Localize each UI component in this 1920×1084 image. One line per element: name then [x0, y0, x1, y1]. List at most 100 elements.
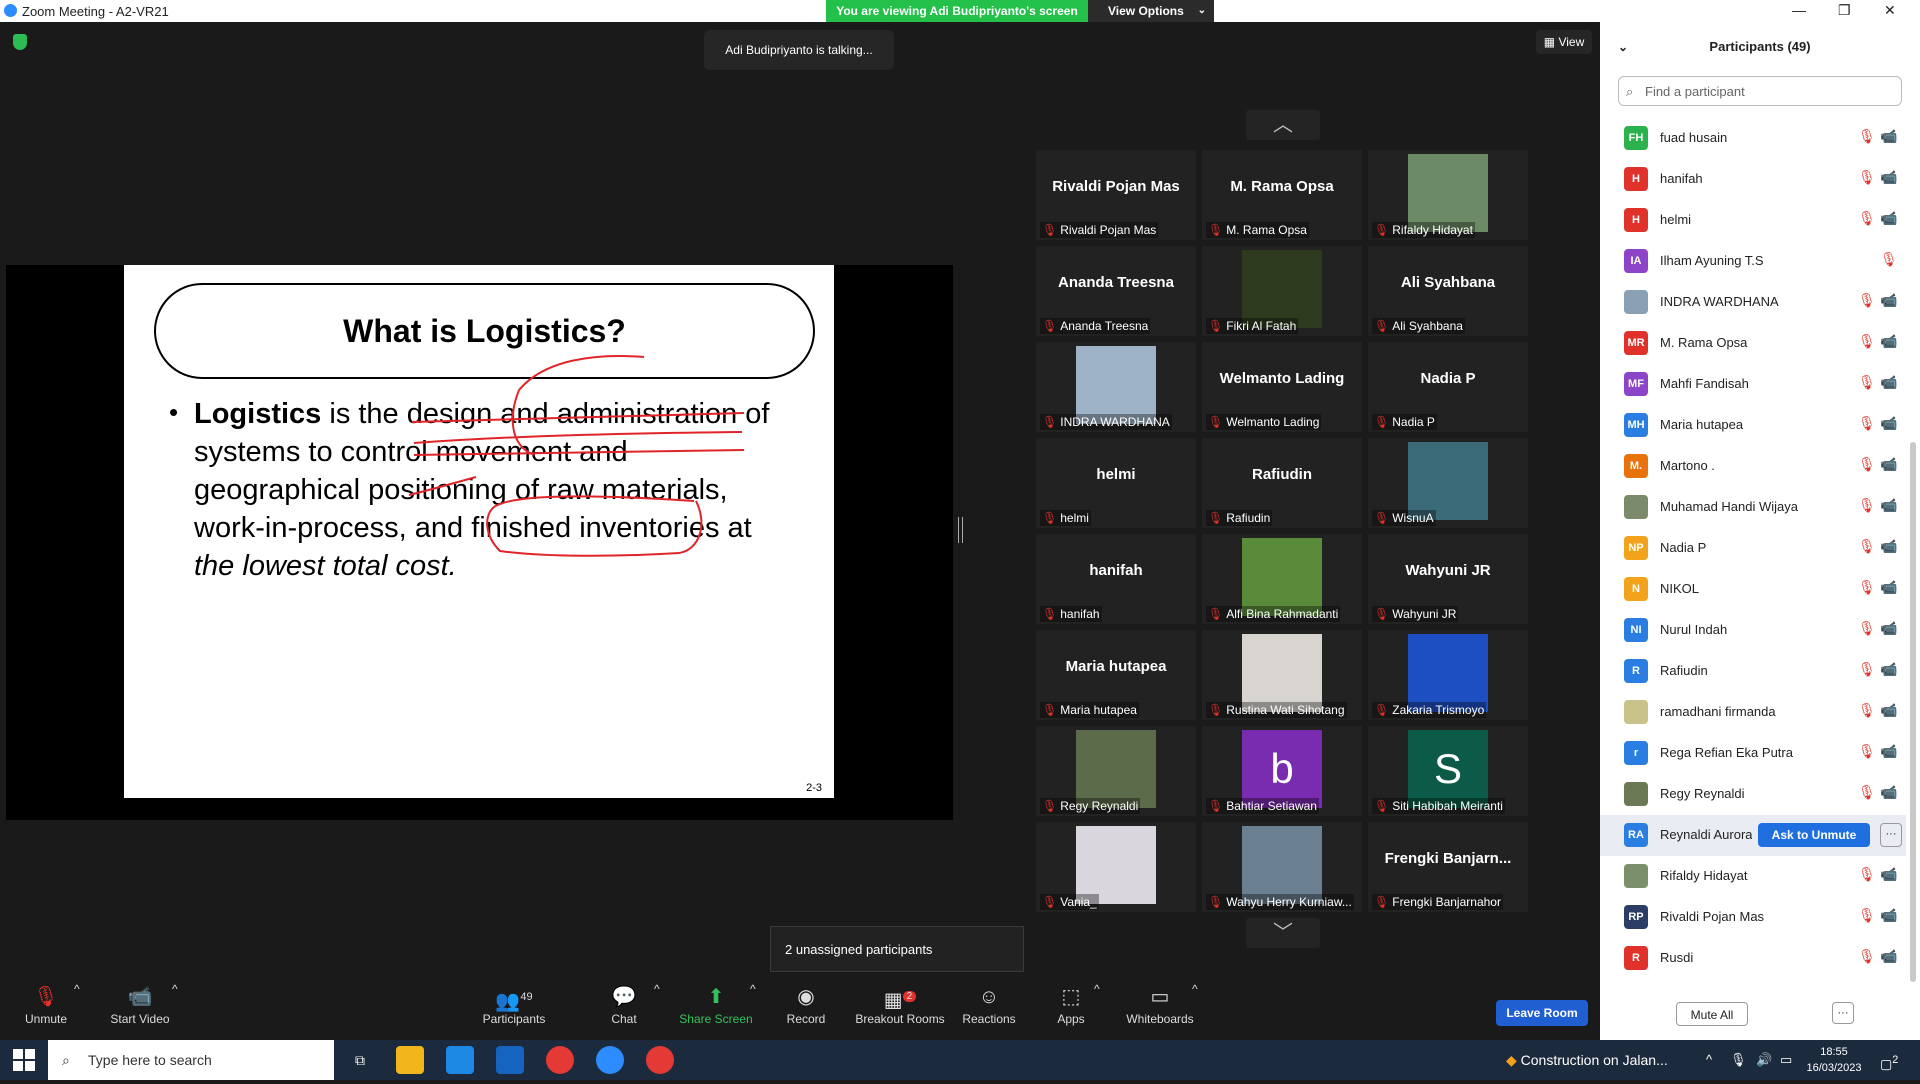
- taskbar-search-input[interactable]: ⌕ Type here to search: [48, 1040, 334, 1080]
- whiteboards-button[interactable]: ▭ Whiteboards: [1124, 982, 1196, 1040]
- gallery-tile[interactable]: Rafiudin 🎙 Rafiudin: [1202, 438, 1362, 528]
- participant-row[interactable]: MF Mahfi Fandisah 🎙 📹: [1600, 364, 1906, 405]
- gallery-tile[interactable]: Rivaldi Pojan Mas 🎙 Rivaldi Pojan Mas: [1036, 150, 1196, 240]
- view-button[interactable]: ▦ View: [1536, 30, 1592, 54]
- participant-row[interactable]: FH fuad husain 🎙 📹: [1600, 118, 1906, 159]
- tray-chevron-icon[interactable]: ^: [1706, 1040, 1712, 1080]
- video-options-caret[interactable]: ^: [172, 982, 178, 1040]
- participant-name: INDRA WARDHANA: [1060, 415, 1170, 429]
- gallery-tile[interactable]: 🎙 Fikri Al Fatah: [1202, 246, 1362, 336]
- record-button[interactable]: ◉ Record: [782, 982, 830, 1040]
- leave-room-button[interactable]: Leave Room: [1496, 1000, 1588, 1026]
- participant-row[interactable]: RA Reynaldi Aurora Ask to Unmute ···: [1600, 815, 1906, 856]
- volume-icon[interactable]: 🔊: [1756, 1040, 1772, 1080]
- participant-row[interactable]: MR M. Rama Opsa 🎙 📹: [1600, 323, 1906, 364]
- gallery-tile[interactable]: 🎙 Rifaldy Hidayat: [1368, 150, 1528, 240]
- share-options-caret[interactable]: ^: [750, 982, 756, 1040]
- participant-row[interactable]: IA Ilham Ayuning T.S 🎙: [1600, 241, 1906, 282]
- gallery-tile[interactable]: 🎙 INDRA WARDHANA: [1036, 342, 1196, 432]
- microphone-tray-icon[interactable]: 🎙: [1730, 1040, 1747, 1080]
- gallery-tile[interactable]: Wahyuni JR 🎙 Wahyuni JR: [1368, 534, 1528, 624]
- reactions-button[interactable]: ☺ Reactions: [960, 982, 1018, 1040]
- gallery-tile[interactable]: b 🎙 Bahtiar Setiawan: [1202, 726, 1362, 816]
- chrome-window-icon[interactable]: [646, 1046, 674, 1074]
- whiteboard-options-caret[interactable]: ^: [1192, 982, 1198, 1040]
- taskbar-clock[interactable]: 18:55 16/03/2023: [1804, 1044, 1864, 1076]
- notifications-icon[interactable]: ▢2: [1880, 1040, 1898, 1084]
- task-view-icon[interactable]: ⧉: [346, 1046, 374, 1074]
- unmute-button[interactable]: 🎙 Unmute: [20, 982, 72, 1040]
- gallery-page-down-button[interactable]: ﹀: [1246, 918, 1320, 948]
- participant-row[interactable]: MH Maria hutapea 🎙 📹: [1600, 405, 1906, 446]
- view-options-button[interactable]: View Options ⌄: [1088, 0, 1214, 22]
- apps-button[interactable]: ⬚ Apps: [1054, 982, 1088, 1040]
- gallery-tile[interactable]: hanifah 🎙 hanifah: [1036, 534, 1196, 624]
- minimize-icon[interactable]: —: [1792, 2, 1806, 18]
- apps-options-caret[interactable]: ^: [1094, 982, 1100, 1040]
- participant-row[interactable]: Muhamad Handi Wijaya 🎙 📹: [1600, 487, 1906, 528]
- shared-screen[interactable]: What is Logistics? • Logistics is the de…: [6, 265, 953, 820]
- video-off-icon: 📹: [1880, 128, 1898, 144]
- participant-row[interactable]: Hhelmi 🎙 📹: [1600, 200, 1906, 241]
- participant-row[interactable]: Hhanifah 🎙 📹: [1600, 159, 1906, 200]
- gallery-tile[interactable]: Maria hutapea 🎙 Maria hutapea: [1036, 630, 1196, 720]
- mail-icon[interactable]: [496, 1046, 524, 1074]
- gallery-tile[interactable]: 🎙 WisnuA: [1368, 438, 1528, 528]
- gallery-tile[interactable]: M. Rama Opsa 🎙 M. Rama Opsa: [1202, 150, 1362, 240]
- participant-row[interactable]: NP Nadia P 🎙 📹: [1600, 528, 1906, 569]
- participant-row[interactable]: M. Martono . 🎙 📹: [1600, 446, 1906, 487]
- start-video-button[interactable]: 📹 Start Video: [104, 982, 176, 1040]
- gallery-tile[interactable]: 🎙 Zakaria Trismoyo: [1368, 630, 1528, 720]
- chrome-icon[interactable]: [546, 1046, 574, 1074]
- participant-row[interactable]: NI Nurul Indah 🎙 📹: [1600, 610, 1906, 651]
- gallery-tile[interactable]: 🎙 Wahyu Herry Kurniaw...: [1202, 822, 1362, 912]
- audio-options-caret[interactable]: ^: [74, 982, 80, 1040]
- participant-row[interactable]: RP Rivaldi Pojan Mas 🎙 📹: [1600, 897, 1906, 938]
- gallery-tile[interactable]: 🎙 Regy Reynaldi: [1036, 726, 1196, 816]
- share-screen-button[interactable]: ⬆ Share Screen: [678, 982, 754, 1040]
- breakout-rooms-button[interactable]: ▦ 2 Breakout Rooms: [852, 982, 948, 1040]
- participant-row[interactable]: ramadhani firmanda 🎙 📹: [1600, 692, 1906, 733]
- participant-list[interactable]: FH fuad husain 🎙 📹 Hhanifah 🎙 📹 Hhelmi 🎙 📹 IA Ilham…: [1600, 118, 1906, 978]
- encryption-shield-icon[interactable]: [13, 34, 27, 50]
- gallery-tile[interactable]: Ali Syahbana 🎙 Ali Syahbana: [1368, 246, 1528, 336]
- gallery-tile[interactable]: helmi 🎙 helmi: [1036, 438, 1196, 528]
- gallery-tile[interactable]: S 🎙 Siti Habibah Meiranti: [1368, 726, 1528, 816]
- participant-row[interactable]: R Rusdi 🎙 📹: [1600, 938, 1906, 978]
- weather-widget[interactable]: ◆ Construction on Jalan...: [1506, 1040, 1668, 1080]
- gallery-tile[interactable]: Frengki Banjarn... 🎙 Frengki Banjarnahor: [1368, 822, 1528, 912]
- gallery-tile[interactable]: 🎙 Rustina Wati Sihotang: [1202, 630, 1362, 720]
- gallery-tile[interactable]: 🎙 Vania_: [1036, 822, 1196, 912]
- windows-start-icon[interactable]: [12, 1048, 36, 1072]
- participant-row[interactable]: Rifaldy Hidayat 🎙 📹: [1600, 856, 1906, 897]
- microphone-muted-icon: 🎙: [1858, 210, 1876, 226]
- chat-options-caret[interactable]: ^: [654, 982, 660, 1040]
- unassigned-participants-popup[interactable]: 2 unassigned participants: [770, 926, 1024, 972]
- close-icon[interactable]: ✕: [1884, 2, 1896, 19]
- participant-row[interactable]: r Rega Refian Eka Putra 🎙 📹: [1600, 733, 1906, 774]
- gallery-tile[interactable]: Ananda Treesna 🎙 Ananda Treesna: [1036, 246, 1196, 336]
- participant-row[interactable]: INDRA WARDHANA 🎙 📹: [1600, 282, 1906, 323]
- participant-list-scrollbar[interactable]: [1910, 442, 1916, 982]
- panel-more-button[interactable]: ···: [1832, 1002, 1854, 1024]
- mute-all-button[interactable]: Mute All: [1676, 1002, 1748, 1026]
- maximize-icon[interactable]: ❐: [1838, 2, 1851, 19]
- participant-row[interactable]: N NIKOL 🎙 📹: [1600, 569, 1906, 610]
- ask-to-unmute-button[interactable]: Ask to Unmute: [1758, 823, 1870, 847]
- zoom-taskbar-icon[interactable]: [596, 1046, 624, 1074]
- participant-row[interactable]: R Rafiudin 🎙 📹: [1600, 651, 1906, 692]
- gallery-tile[interactable]: 🎙 Alfi Bina Rahmadanti: [1202, 534, 1362, 624]
- participants-button[interactable]: 👥49 Participants: [478, 982, 550, 1040]
- more-options-button[interactable]: ···: [1880, 823, 1902, 847]
- collapse-panel-chevron-icon[interactable]: ⌄: [1618, 22, 1628, 72]
- microsoft-store-icon[interactable]: [446, 1046, 474, 1074]
- chat-button[interactable]: 💬 Chat: [604, 982, 644, 1040]
- file-explorer-icon[interactable]: [396, 1046, 424, 1074]
- splitter-handle[interactable]: [958, 517, 963, 543]
- participant-row[interactable]: Regy Reynaldi 🎙 📹: [1600, 774, 1906, 815]
- find-participant-input[interactable]: ⌕ Find a participant: [1618, 76, 1902, 106]
- gallery-tile[interactable]: Welmanto Lading 🎙 Welmanto Lading: [1202, 342, 1362, 432]
- gallery-tile[interactable]: Nadia P 🎙 Nadia P: [1368, 342, 1528, 432]
- gallery-page-up-button[interactable]: ︿: [1246, 110, 1320, 140]
- network-icon[interactable]: ▭: [1780, 1040, 1792, 1080]
